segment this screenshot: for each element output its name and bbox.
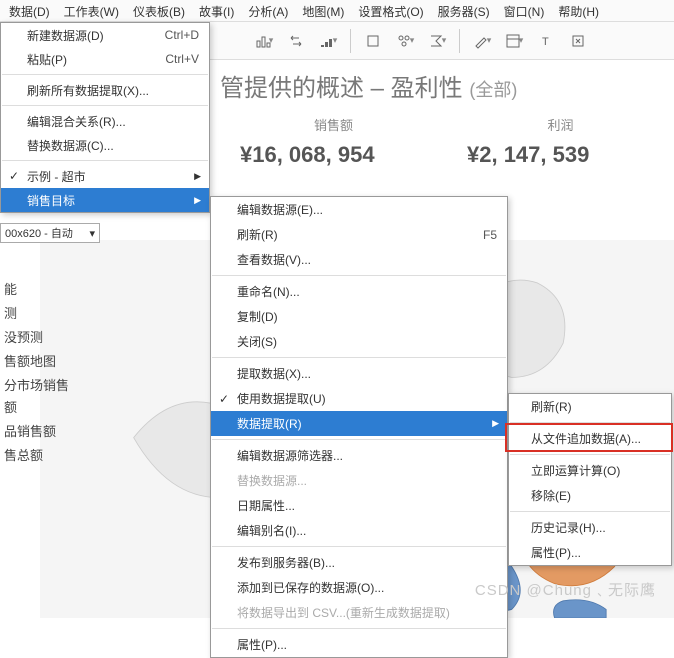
menu-item[interactable]: 编辑数据源(E)...	[211, 197, 507, 222]
menu-item[interactable]: 添加到已保存的数据源(O)...	[211, 575, 507, 600]
datasource-submenu: 编辑数据源(E)...刷新(R)F5查看数据(V)... 重命名(N)...复制(…	[210, 196, 508, 658]
menu-item: 替换数据源...	[211, 468, 507, 493]
extract-submenu: 刷新(R) 从文件追加数据(A)... 立即运算计算(O)移除(E) 历史记录(H).…	[508, 393, 672, 566]
label-sales: 销售额	[220, 115, 447, 134]
menu-item[interactable]: 刷新(R)	[509, 394, 671, 419]
menubar: 数据(D) 工作表(W) 仪表板(B) 故事(I) 分析(A) 地图(M) 设置…	[0, 0, 674, 22]
menu-item[interactable]: 销售目标	[1, 188, 209, 212]
menu-item[interactable]: 重命名(N)...	[211, 279, 507, 304]
menu-item[interactable]: 替换数据源(C)...	[1, 133, 209, 157]
data-menu-dropdown: 新建数据源(D)Ctrl+D粘贴(P)Ctrl+V 刷新所有数据提取(X)... 编…	[0, 22, 210, 213]
list-item[interactable]: 品销售额	[0, 420, 80, 444]
menu-item[interactable]: 查看数据(V)...	[211, 247, 507, 272]
list-item[interactable]: 测	[0, 302, 80, 326]
menu-item[interactable]: 使用数据提取(U)	[211, 386, 507, 411]
menu-item[interactable]: 属性(P)...	[509, 540, 671, 565]
size-selector[interactable]: 00x620 - 自动 ▾	[0, 223, 100, 243]
menu-item[interactable]: 提取数据(X)...	[211, 361, 507, 386]
group-icon[interactable]: ▾	[391, 27, 419, 55]
menu-item[interactable]: 粘贴(P)Ctrl+V	[1, 47, 209, 71]
menu-window[interactable]: 窗口(N)	[497, 0, 552, 21]
menu-item[interactable]: 刷新(R)F5	[211, 222, 507, 247]
menu-data[interactable]: 数据(D)	[2, 0, 57, 21]
value-profit: ¥2, 147, 539	[447, 142, 674, 168]
list-item[interactable]: 分市场销售额	[0, 374, 80, 420]
menu-dashboard[interactable]: 仪表板(B)	[126, 0, 192, 21]
chevron-down-icon: ▾	[89, 227, 95, 240]
menu-item[interactable]: 发布到服务器(B)...	[211, 550, 507, 575]
menu-item[interactable]: 移除(E)	[509, 483, 671, 508]
sort-asc-icon[interactable]: ▾	[314, 27, 342, 55]
marker-icon[interactable]: ▾	[468, 27, 496, 55]
menu-item[interactable]: 历史记录(H)...	[509, 515, 671, 540]
menu-worksheet[interactable]: 工作表(W)	[57, 0, 126, 21]
menu-item[interactable]: 新建数据源(D)Ctrl+D	[1, 23, 209, 47]
fit-icon[interactable]	[564, 27, 592, 55]
list-item[interactable]: 售额地图	[0, 350, 80, 374]
menu-item[interactable]: 属性(P)...	[211, 632, 507, 657]
menu-story[interactable]: 故事(I)	[192, 0, 241, 21]
svg-text:T: T	[542, 36, 549, 48]
menu-format[interactable]: 设置格式(O)	[351, 0, 430, 21]
label-text-icon[interactable]: T	[532, 27, 560, 55]
chart-bar-icon[interactable]: ▾	[250, 27, 278, 55]
label-profit: 利润	[447, 115, 674, 134]
value-sales: ¥16, 068, 954	[220, 142, 447, 168]
menu-map[interactable]: 地图(M)	[295, 0, 351, 21]
menu-help[interactable]: 帮助(H)	[551, 0, 606, 21]
menu-item[interactable]: 立即运算计算(O)	[509, 458, 671, 483]
menu-item[interactable]: 编辑别名(I)...	[211, 518, 507, 543]
list-item[interactable]: 售总额	[0, 444, 80, 468]
title-main: 管提供的概述 – 盈利性	[220, 75, 463, 102]
title-sub: (全部)	[469, 80, 517, 100]
menu-server[interactable]: 服务器(S)	[431, 0, 497, 21]
worksheet-icon[interactable]: ▾	[500, 27, 528, 55]
menu-item[interactable]: 编辑数据源筛选器...	[211, 443, 507, 468]
menu-item[interactable]: 复制(D)	[211, 304, 507, 329]
sheet-list: 能 测 没预测 售额地图 分市场销售额 品销售额 售总额	[0, 278, 80, 468]
menu-item[interactable]: 数据提取(R)	[211, 411, 507, 436]
list-item[interactable]: 没预测	[0, 326, 80, 350]
menu-item: 将数据导出到 CSV...(重新生成数据提取)	[211, 600, 507, 625]
menu-item[interactable]: 示例 - 超市	[1, 164, 209, 188]
list-item[interactable]: 能	[0, 278, 80, 302]
menu-analyze[interactable]: 分析(A)	[241, 0, 295, 21]
menu-item[interactable]: 关闭(S)	[211, 329, 507, 354]
menu-item[interactable]: 从文件追加数据(A)...	[509, 426, 671, 451]
size-value: 00x620 - 自动	[5, 225, 73, 241]
menu-item[interactable]: 日期属性...	[211, 493, 507, 518]
menu-item[interactable]: 编辑混合关系(R)...	[1, 109, 209, 133]
menu-item[interactable]: 刷新所有数据提取(X)...	[1, 78, 209, 102]
swap-icon[interactable]	[282, 27, 310, 55]
highlight-icon[interactable]	[359, 27, 387, 55]
totals-icon[interactable]: ▾	[423, 27, 451, 55]
